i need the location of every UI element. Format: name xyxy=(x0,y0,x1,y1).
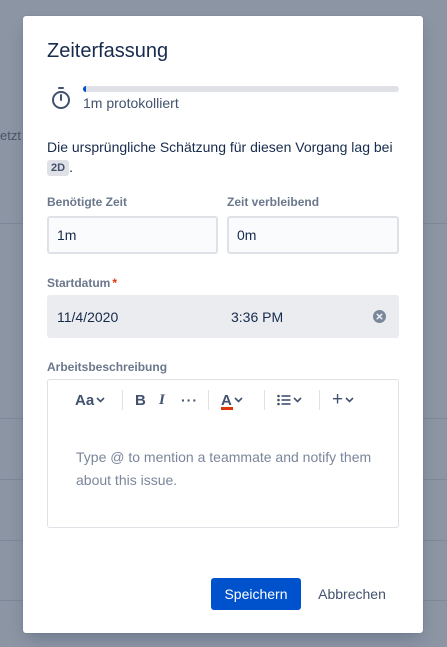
insert-button[interactable]: + xyxy=(332,389,354,410)
bullet-list-button[interactable] xyxy=(277,390,302,410)
cancel-button[interactable]: Abbrechen xyxy=(309,578,395,610)
estimate-sentence: Die ursprüngliche Schätzung für diesen V… xyxy=(47,139,393,155)
toolbar-divider xyxy=(264,390,265,410)
background-text: etzt xyxy=(0,128,21,143)
chevron-down-icon xyxy=(293,397,302,403)
italic-button[interactable]: I xyxy=(159,390,165,410)
bold-button[interactable]: B xyxy=(135,390,146,410)
chevron-down-icon xyxy=(234,397,243,403)
text-color-bar xyxy=(221,406,233,410)
bullet-list-icon xyxy=(277,394,291,406)
original-estimate-text: Die ursprüngliche Schätzung für diesen V… xyxy=(47,137,399,177)
estimate-lozenge: 2D xyxy=(47,160,70,176)
more-icon: ··· xyxy=(181,392,198,408)
estimate-suffix: . xyxy=(69,159,73,175)
text-style-button[interactable]: Aa xyxy=(75,390,105,410)
dialog-title: Zeiterfassung xyxy=(47,40,169,62)
clear-icon[interactable] xyxy=(373,310,386,323)
text-style-label: Aa xyxy=(75,391,95,409)
chevron-down-icon xyxy=(96,397,105,403)
work-description-label: Arbeitsbeschreibung xyxy=(47,360,168,374)
start-date-label: Startdatum * xyxy=(47,276,117,290)
toolbar-divider xyxy=(319,390,320,410)
toolbar-divider xyxy=(208,390,209,410)
time-needed-input[interactable] xyxy=(47,216,218,254)
text-color-button[interactable]: A xyxy=(221,390,243,410)
start-date-label-text: Startdatum xyxy=(47,276,111,290)
time-remaining-input[interactable] xyxy=(227,216,399,254)
toolbar-divider xyxy=(122,390,123,410)
chevron-down-icon xyxy=(345,397,354,403)
italic-icon: I xyxy=(159,391,165,408)
start-date-picker[interactable]: 11/4/2020 3:36 PM xyxy=(47,295,399,338)
work-description-editor[interactable]: Aa B I ··· A + Type @ to mention a teamm… xyxy=(47,379,399,528)
time-progress-fill xyxy=(83,86,87,92)
time-remaining-label: Zeit verbleibend xyxy=(227,195,320,209)
text-color-icon: A xyxy=(221,392,233,410)
start-time-value[interactable]: 3:36 PM xyxy=(231,309,283,325)
plus-icon: + xyxy=(332,389,344,410)
more-formatting-button[interactable]: ··· xyxy=(181,390,198,410)
time-tracking-dialog: Zeiterfassung 1m protokolliert Die urspr… xyxy=(23,16,423,633)
editor-placeholder[interactable]: Type @ to mention a teammate and notify … xyxy=(76,446,376,492)
stopwatch-icon xyxy=(52,87,70,109)
time-needed-label: Benötigte Zeit xyxy=(47,195,127,209)
required-asterisk: * xyxy=(112,276,118,290)
logged-time-text: 1m protokolliert xyxy=(83,95,179,111)
start-date-value[interactable]: 11/4/2020 xyxy=(57,309,118,325)
editor-toolbar: Aa B I ··· A + xyxy=(48,380,398,420)
bold-icon: B xyxy=(135,391,146,409)
save-button[interactable]: Speichern xyxy=(211,578,301,610)
time-progress-bar xyxy=(83,86,399,92)
